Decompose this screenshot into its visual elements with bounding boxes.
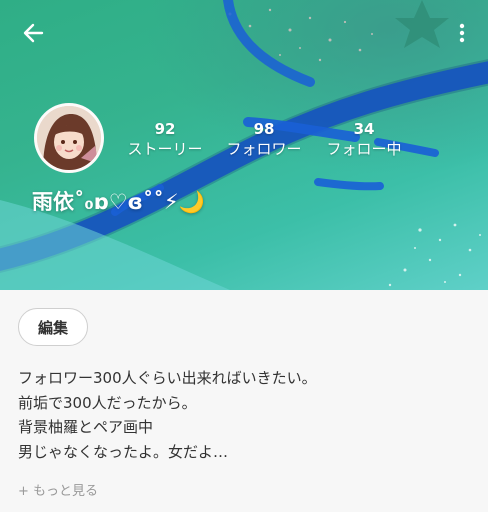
more-vertical-icon <box>459 23 465 43</box>
bio-line: 男じゃなくなったよ。女だよ… <box>18 442 229 461</box>
stat-stories-count: 92 <box>154 120 176 138</box>
stat-following[interactable]: 34 フォロー中 <box>309 120 419 160</box>
stat-following-label: フォロー中 <box>326 140 402 158</box>
show-more-link[interactable]: + もっと見る <box>18 480 98 499</box>
stat-followers[interactable]: 98 フォロワー <box>209 120 319 160</box>
back-button[interactable] <box>18 18 48 48</box>
stat-followers-label: フォロワー <box>226 140 302 158</box>
avatar-image <box>37 106 101 170</box>
stat-stories[interactable]: 92 ストーリー <box>110 120 220 160</box>
bio-line: 前垢で300人だったから。 <box>18 393 197 412</box>
bio-line: 背景柚羅とペア画中 <box>18 418 154 436</box>
arrow-left-icon <box>23 23 44 43</box>
stat-followers-count: 98 <box>253 120 275 138</box>
more-options-button[interactable] <box>450 18 474 48</box>
stat-stories-label: ストーリー <box>127 140 203 158</box>
bio-line: フォロワー300人ぐらい出来ればいきたい。 <box>18 369 317 387</box>
stat-following-count: 34 <box>353 120 375 138</box>
profile-body: 編集 フォロワー300人ぐらい出来ればいきたい。 前垢で300人だったから。 背… <box>0 290 488 512</box>
profile-avatar[interactable] <box>34 103 104 173</box>
edit-profile-button[interactable]: 編集 <box>18 308 88 346</box>
profile-username: 雨依˚₀ɒ♡ɞ˚˚⚡🌙 <box>32 190 205 214</box>
profile-bio: フォロワー300人ぐらい出来ればいきたい。 前垢で300人だったから。 背景柚羅… <box>18 366 468 464</box>
profile-header: 92 ストーリー 98 フォロワー 34 フォロー中 雨依˚₀ɒ♡ɞ˚˚⚡🌙 <box>0 0 488 290</box>
